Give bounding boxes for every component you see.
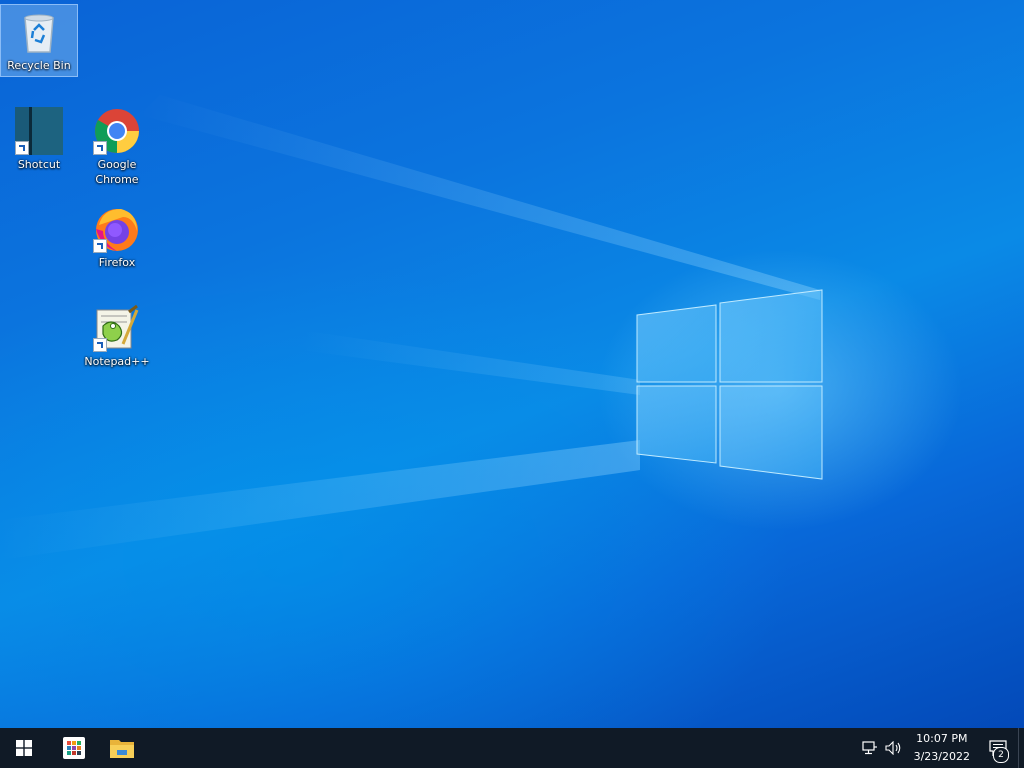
clock-time: 10:07 PM bbox=[916, 732, 968, 745]
desktop[interactable]: Recycle Bin Shotcut Google Chrome Firefo… bbox=[0, 0, 1024, 728]
clock-date: 3/23/2022 bbox=[913, 750, 970, 763]
taskbar: 10:07 PM 3/23/2022 2 bbox=[0, 728, 1024, 768]
shortcut-arrow-icon bbox=[15, 141, 29, 155]
desktop-icon-label: Firefox bbox=[98, 256, 136, 269]
shotcut-icon bbox=[15, 107, 63, 155]
shortcut-arrow-icon bbox=[93, 239, 107, 253]
notification-count-badge: 2 bbox=[993, 747, 1009, 763]
system-tray: 10:07 PM 3/23/2022 2 bbox=[858, 728, 1024, 768]
desktop-icon-shotcut[interactable]: Shotcut bbox=[1, 104, 77, 175]
network-button[interactable] bbox=[858, 728, 882, 768]
desktop-icon-google-chrome[interactable]: Google Chrome bbox=[79, 104, 155, 190]
desktop-icon-label: Recycle Bin bbox=[7, 59, 71, 72]
desktop-icon-label: Shotcut bbox=[17, 158, 61, 171]
desktop-icon-label: Google Chrome bbox=[95, 158, 139, 186]
firefox-icon bbox=[93, 205, 141, 253]
volume-icon bbox=[885, 741, 900, 755]
desktop-icon-notepad-plus-plus[interactable]: Notepad++ bbox=[79, 301, 155, 372]
clock[interactable]: 10:07 PM 3/23/2022 bbox=[906, 730, 978, 766]
volume-button[interactable] bbox=[882, 728, 906, 768]
recycle-bin-icon bbox=[15, 8, 63, 56]
chrome-icon bbox=[93, 107, 141, 155]
network-icon bbox=[861, 741, 877, 755]
desktop-icon-label: Notepad++ bbox=[84, 355, 150, 368]
file-explorer-icon bbox=[110, 740, 134, 758]
windows-logo-icon bbox=[16, 740, 32, 756]
start-button[interactable] bbox=[0, 728, 48, 768]
taskbar-apps-button[interactable] bbox=[50, 728, 98, 768]
shortcut-arrow-icon bbox=[93, 141, 107, 155]
apps-grid-icon bbox=[63, 737, 85, 759]
notepad-plus-plus-icon bbox=[93, 304, 141, 352]
action-center-button[interactable]: 2 bbox=[978, 728, 1018, 768]
shortcut-arrow-icon bbox=[93, 338, 107, 352]
show-desktop-button[interactable] bbox=[1018, 728, 1024, 768]
desktop-icon-firefox[interactable]: Firefox bbox=[79, 202, 155, 273]
file-explorer-button[interactable] bbox=[98, 728, 146, 768]
desktop-icon-recycle-bin[interactable]: Recycle Bin bbox=[0, 4, 78, 77]
